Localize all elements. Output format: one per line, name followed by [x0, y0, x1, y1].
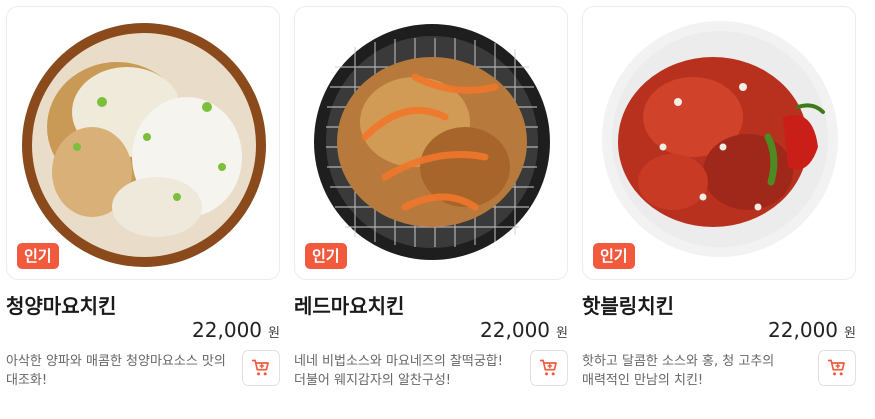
product-card[interactable]: 인기 레드마요치킨 22,000 원 네네 비법소스와 마요네즈의 찰떡궁합! 더…	[294, 0, 568, 388]
product-image[interactable]: 인기	[6, 6, 280, 280]
price-currency: 원	[844, 326, 856, 341]
product-description: 네네 비법소스와 마요네즈의 찰떡궁합! 더불어 웨지감자의 알찬구성!	[294, 354, 503, 388]
product-description: 아삭한 양파와 매콤한 청양마요소스 맛의 대조화!	[6, 354, 226, 388]
chicken-grill-image	[314, 24, 550, 260]
product-name[interactable]: 핫블링치킨	[582, 290, 674, 319]
product-description: 핫하고 달콤한 소스와 홍, 청 고추의 매력적인 만남의 치킨!	[582, 354, 775, 388]
price-value: 22,000	[768, 318, 839, 342]
price-value: 22,000	[192, 318, 263, 342]
popular-badge: 인기	[305, 243, 347, 269]
product-grid: 인기 청양마요치킨 22,000 원 아삭한 양파와 매콤한 청양마요소스 맛의 …	[0, 0, 875, 419]
product-name[interactable]: 레드마요치킨	[294, 290, 404, 319]
add-to-cart-button[interactable]	[818, 350, 856, 386]
product-name[interactable]: 청양마요치킨	[6, 290, 116, 319]
price-currency: 원	[556, 326, 568, 341]
price-currency: 원	[268, 326, 280, 341]
product-price: 22,000 원	[192, 318, 280, 342]
product-card[interactable]: 인기 핫블링치킨 22,000 원 핫하고 달콤한 소스와 홍, 청 고추의 매력…	[582, 0, 856, 388]
product-image[interactable]: 인기	[582, 6, 856, 280]
popular-badge: 인기	[17, 243, 59, 269]
add-to-cart-button[interactable]	[530, 350, 568, 386]
add-to-cart-button[interactable]	[242, 350, 280, 386]
chicken-plate-image	[22, 23, 266, 267]
product-card[interactable]: 인기 청양마요치킨 22,000 원 아삭한 양파와 매콤한 청양마요소스 맛의 …	[6, 0, 280, 388]
cart-icon	[539, 359, 557, 376]
chicken-plate-image	[602, 21, 838, 257]
price-value: 22,000	[480, 318, 551, 342]
product-price: 22,000 원	[768, 318, 856, 342]
cart-icon	[827, 359, 845, 376]
product-image[interactable]: 인기	[294, 6, 568, 280]
cart-icon	[251, 359, 269, 376]
product-price: 22,000 원	[480, 318, 568, 342]
popular-badge: 인기	[593, 243, 635, 269]
